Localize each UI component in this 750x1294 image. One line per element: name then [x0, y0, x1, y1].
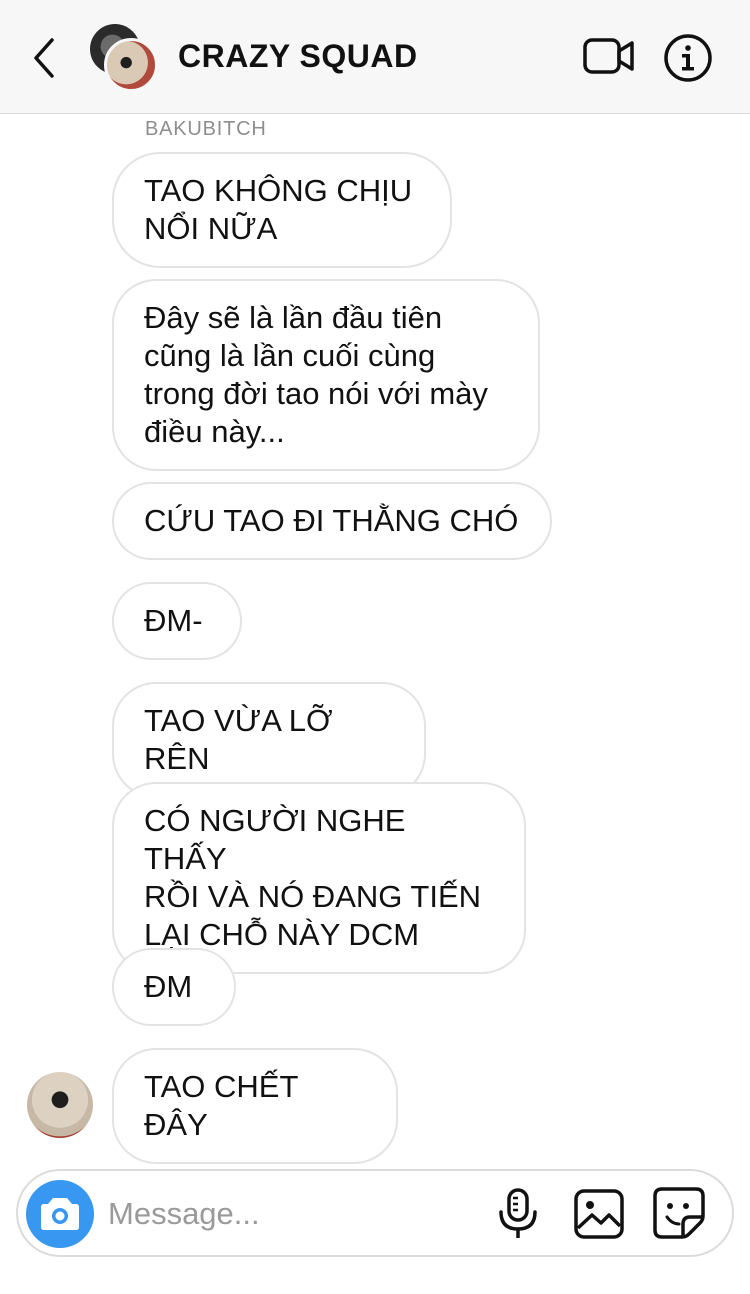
- back-button[interactable]: [22, 30, 66, 86]
- group-avatar[interactable]: [90, 24, 160, 94]
- message-bubble[interactable]: TAO KHÔNG CHỊU NỔI NỮA: [112, 152, 452, 268]
- message-bubble[interactable]: TAO VỪA LỠ RÊN: [112, 682, 426, 798]
- info-button[interactable]: [662, 32, 714, 84]
- message-bubble[interactable]: CÓ NGƯỜI NGHE THẤY RỒI VÀ NÓ ĐANG TIẾN L…: [112, 782, 526, 974]
- chat-header: CRAZY SQUAD: [0, 0, 750, 114]
- message-input[interactable]: [108, 1192, 478, 1236]
- message-bubble[interactable]: ĐM: [112, 948, 236, 1026]
- video-camera-icon: [583, 38, 634, 74]
- gallery-icon: [574, 1189, 624, 1239]
- message-bubble[interactable]: TAO CHẾT ĐÂY: [112, 1048, 398, 1164]
- member-avatar-2: [104, 38, 158, 92]
- chat-title[interactable]: CRAZY SQUAD: [178, 38, 418, 75]
- chevron-left-icon: [34, 38, 54, 78]
- sender-name: BAKUBITCH: [145, 118, 267, 140]
- video-call-button[interactable]: [582, 34, 636, 80]
- gallery-button[interactable]: [573, 1188, 625, 1240]
- voice-message-button[interactable]: [496, 1188, 540, 1240]
- message-bubble[interactable]: CỨU TAO ĐI THẰNG CHÓ: [112, 482, 552, 560]
- sender-avatar[interactable]: [27, 1072, 93, 1138]
- message-bubble[interactable]: ĐM-: [112, 582, 242, 660]
- microphone-icon: [499, 1188, 537, 1238]
- message-bubble[interactable]: Đây sẽ là lần đầu tiên cũng là lần cuối …: [112, 279, 540, 471]
- sticker-button[interactable]: [652, 1186, 706, 1240]
- sticker-icon: [653, 1187, 705, 1239]
- camera-icon: [41, 1198, 79, 1230]
- info-icon: [664, 34, 712, 82]
- camera-button[interactable]: [26, 1180, 94, 1248]
